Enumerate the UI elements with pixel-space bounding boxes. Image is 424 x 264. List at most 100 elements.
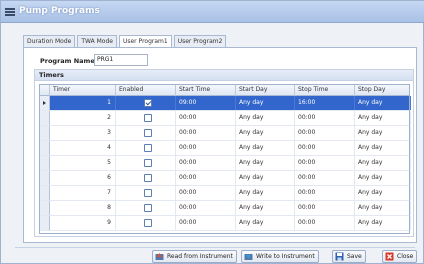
enabled-checkbox[interactable]: [144, 219, 152, 227]
cell-start-time[interactable]: 09:00: [176, 96, 236, 110]
row-selector[interactable]: [40, 171, 50, 185]
timer-row[interactable]: 4 00:00 Any day 00:00 Any day: [40, 141, 411, 156]
cell-start-time[interactable]: 00:00: [176, 141, 236, 155]
close-button[interactable]: Close: [382, 250, 418, 263]
column-header-stop-time[interactable]: Stop Time: [295, 85, 355, 96]
cell-stop-day[interactable]: Any day: [355, 201, 411, 215]
cell-start-day[interactable]: Any day: [236, 171, 295, 185]
read-button-label: Read from Instrument: [167, 253, 233, 260]
cell-start-time[interactable]: 00:00: [176, 186, 236, 200]
column-header-enabled[interactable]: Enabled: [116, 85, 176, 96]
cell-enabled: [116, 186, 176, 200]
cell-stop-day[interactable]: Any day: [355, 156, 411, 170]
tab-duration-mode[interactable]: Duration Mode: [23, 35, 76, 47]
cell-stop-day[interactable]: Any day: [355, 126, 411, 140]
row-selector[interactable]: [40, 141, 50, 155]
current-row-arrow-icon: [43, 101, 46, 105]
tab-user-program2[interactable]: User Program2: [173, 35, 227, 47]
cell-start-time[interactable]: 00:00: [176, 111, 236, 125]
cell-stop-time[interactable]: 00:00: [295, 126, 355, 140]
cell-stop-day[interactable]: Any day: [355, 171, 411, 185]
column-header-start-time[interactable]: Start Time: [176, 85, 236, 96]
cell-stop-time[interactable]: 00:00: [295, 171, 355, 185]
row-selector[interactable]: [40, 126, 50, 140]
row-selector[interactable]: [40, 186, 50, 200]
timer-row[interactable]: 3 00:00 Any day 00:00 Any day: [40, 126, 411, 141]
cell-timer[interactable]: 5: [50, 156, 116, 170]
cell-timer[interactable]: 2: [50, 111, 116, 125]
timers-grid: Timer Enabled Start Time Start Day Stop …: [39, 84, 411, 234]
tab-panel: Program Name PRG1 Timers Timer Enabled S…: [23, 47, 417, 243]
cell-stop-time[interactable]: 00:00: [295, 156, 355, 170]
save-disk-icon: [335, 252, 344, 261]
tab-twa-mode[interactable]: TWA Mode: [77, 35, 117, 47]
cell-timer[interactable]: 4: [50, 141, 116, 155]
row-selector[interactable]: [40, 201, 50, 215]
cell-start-time[interactable]: 00:00: [176, 171, 236, 185]
timer-row[interactable]: 5 00:00 Any day 00:00 Any day: [40, 156, 411, 171]
row-selector[interactable]: [40, 96, 50, 110]
cell-timer[interactable]: 7: [50, 186, 116, 200]
column-header-timer[interactable]: Timer: [50, 85, 116, 96]
cell-start-day[interactable]: Any day: [236, 216, 295, 230]
cell-start-day[interactable]: Any day: [236, 156, 295, 170]
program-name-input[interactable]: PRG1: [94, 54, 148, 66]
write-instrument-icon: [244, 254, 253, 260]
cell-stop-time[interactable]: 00:00: [295, 141, 355, 155]
row-selector[interactable]: [40, 111, 50, 125]
window-title: Pump Programs: [19, 6, 100, 16]
cell-stop-time[interactable]: 00:00: [295, 111, 355, 125]
title-bar: Pump Programs: [1, 1, 424, 23]
cell-start-time[interactable]: 00:00: [176, 201, 236, 215]
cell-enabled: [116, 126, 176, 140]
cell-enabled: [116, 96, 176, 110]
timer-row[interactable]: 6 00:00 Any day 00:00 Any day: [40, 171, 411, 186]
footer-divider: [15, 247, 415, 248]
cell-stop-time[interactable]: 00:00: [295, 201, 355, 215]
row-selector[interactable]: [40, 156, 50, 170]
save-button[interactable]: Save: [332, 250, 366, 263]
column-header-stop-day[interactable]: Stop Day: [355, 85, 411, 96]
cell-timer[interactable]: 6: [50, 171, 116, 185]
cell-stop-day[interactable]: Any day: [355, 141, 411, 155]
enabled-checkbox[interactable]: [144, 144, 152, 152]
column-header-start-day[interactable]: Start Day: [236, 85, 295, 96]
cell-stop-time[interactable]: 16:00: [295, 96, 355, 110]
write-button-label: Write to Instrument: [256, 253, 315, 260]
cell-stop-day[interactable]: Any day: [355, 186, 411, 200]
enabled-checkbox[interactable]: [144, 204, 152, 212]
cell-start-time[interactable]: 00:00: [176, 216, 236, 230]
enabled-checkbox[interactable]: [144, 189, 152, 197]
cell-start-day[interactable]: Any day: [236, 141, 295, 155]
cell-stop-day[interactable]: Any day: [355, 111, 411, 125]
cell-start-time[interactable]: 00:00: [176, 156, 236, 170]
timer-row[interactable]: 7 00:00 Any day 00:00 Any day: [40, 186, 411, 201]
write-to-instrument-button[interactable]: Write to Instrument: [241, 250, 319, 263]
cell-start-day[interactable]: Any day: [236, 111, 295, 125]
timer-row[interactable]: 2 00:00 Any day 00:00 Any day: [40, 111, 411, 126]
cell-stop-day[interactable]: Any day: [355, 216, 411, 230]
window-menu-icon[interactable]: [5, 8, 15, 17]
cell-stop-time[interactable]: 00:00: [295, 186, 355, 200]
cell-start-day[interactable]: Any day: [236, 126, 295, 140]
timer-row[interactable]: 1 09:00 Any day 16:00 Any day: [40, 96, 411, 111]
cell-timer[interactable]: 8: [50, 201, 116, 215]
cell-start-time[interactable]: 00:00: [176, 126, 236, 140]
read-from-instrument-button[interactable]: Read from Instrument: [152, 250, 237, 263]
cell-timer[interactable]: 1: [50, 96, 116, 110]
enabled-checkbox[interactable]: [144, 174, 152, 182]
timer-row[interactable]: 9 00:00 Any day 00:00 Any day: [40, 216, 411, 231]
cell-stop-time[interactable]: 00:00: [295, 216, 355, 230]
timer-row[interactable]: 8 00:00 Any day 00:00 Any day: [40, 201, 411, 216]
enabled-checkbox[interactable]: [144, 129, 152, 137]
cell-start-day[interactable]: Any day: [236, 201, 295, 215]
cell-start-day[interactable]: Any day: [236, 96, 295, 110]
enabled-checkbox[interactable]: [144, 99, 152, 107]
row-selector[interactable]: [40, 216, 50, 230]
cell-start-day[interactable]: Any day: [236, 186, 295, 200]
enabled-checkbox[interactable]: [144, 114, 152, 122]
cell-stop-day[interactable]: Any day: [355, 96, 411, 110]
cell-timer[interactable]: 9: [50, 216, 116, 230]
enabled-checkbox[interactable]: [144, 159, 152, 167]
cell-timer[interactable]: 3: [50, 126, 116, 140]
